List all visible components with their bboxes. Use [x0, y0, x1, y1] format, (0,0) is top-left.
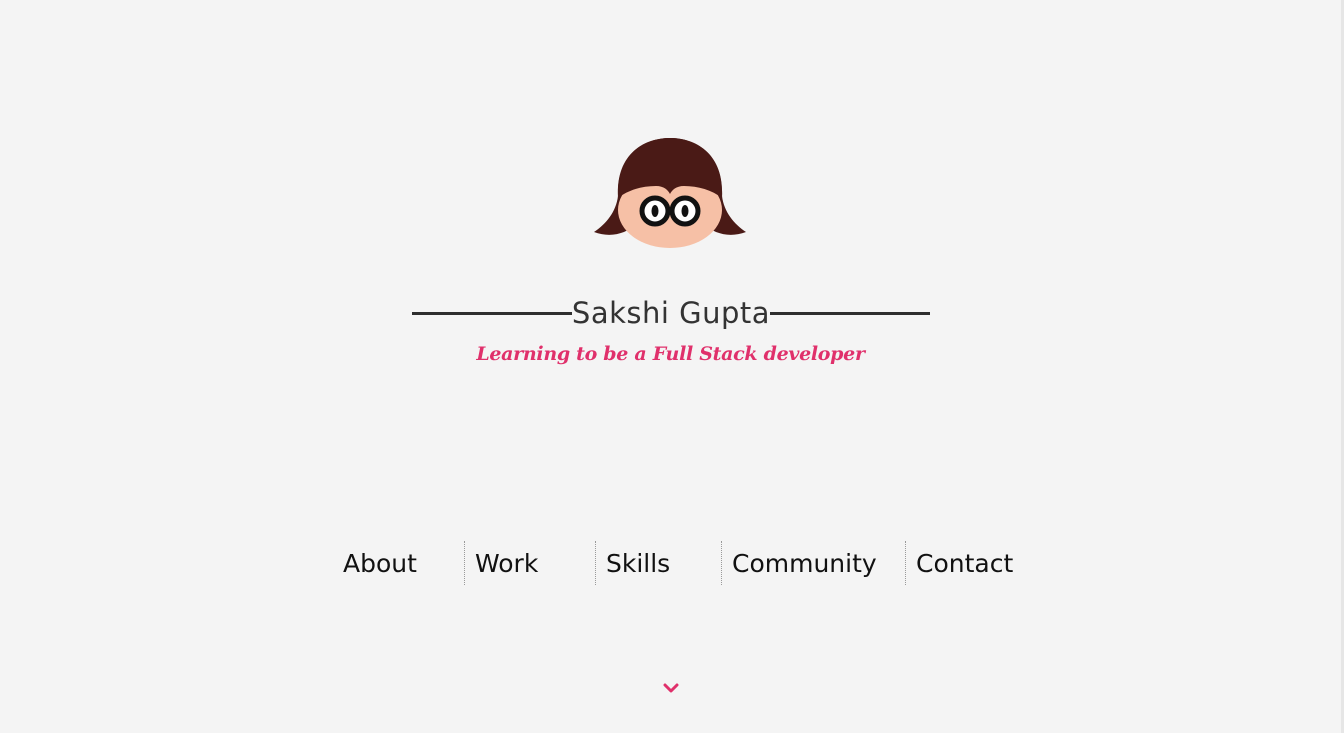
main-nav: About Work Skills Community Contact [343, 541, 1015, 585]
landing-page: Sakshi Gupta Learning to be a Full Stack… [0, 0, 1344, 733]
profile-name: Sakshi Gupta [571, 296, 771, 330]
nav-item-contact[interactable]: Contact [905, 541, 1015, 585]
nav-item-about[interactable]: About [343, 541, 464, 585]
name-heading: Sakshi Gupta [412, 290, 930, 336]
decorative-line-right [770, 311, 930, 315]
nav-item-skills[interactable]: Skills [595, 541, 721, 585]
chevron-down-icon[interactable] [663, 681, 679, 695]
nav-item-work[interactable]: Work [464, 541, 595, 585]
avatar-icon [594, 138, 746, 248]
decorative-line-left [412, 311, 572, 315]
nav-item-community[interactable]: Community [721, 541, 905, 585]
profile-tagline: Learning to be a Full Stack developer [476, 343, 865, 365]
